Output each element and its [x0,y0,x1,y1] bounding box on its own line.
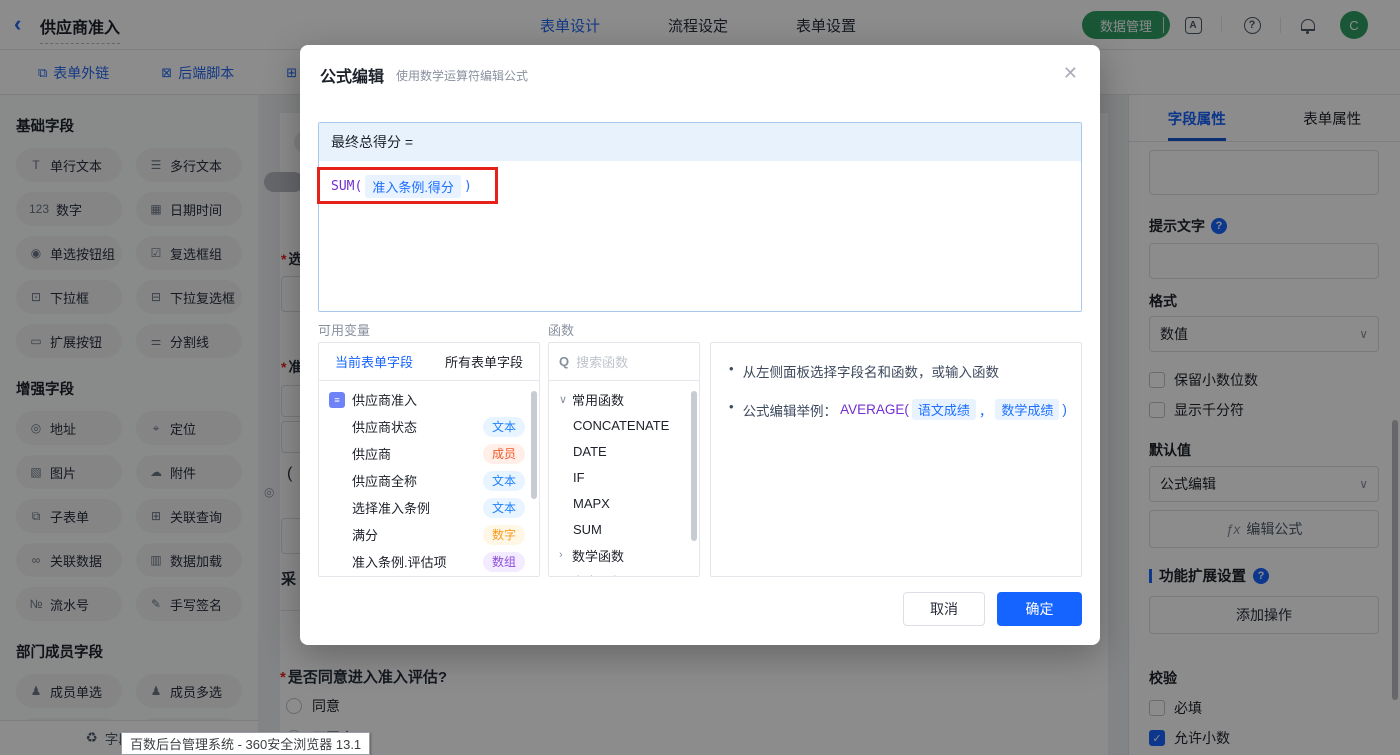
functions-panel: Q 搜索函数 ∨ 常用函数 CONCATENATE DATE IF MAPX S… [548,342,700,577]
variable-root-row[interactable]: ≡ 供应商准入 [319,386,539,413]
field-token: 语文成绩 [912,399,976,420]
form-doc-icon: ≡ [329,392,345,408]
chevron-down-icon: ∨ [559,393,572,406]
function-search-input[interactable]: Q 搜索函数 [549,343,699,381]
formula-input-area[interactable]: SUM( 准入条例.得分 ) [319,161,1081,311]
cancel-button[interactable]: 取消 [903,592,985,626]
formula-edit-modal: 公式编辑 使用数学运算符编辑公式 ✕ 最终总得分 = SUM( 准入条例.得分 … [300,45,1100,645]
scrollbar[interactable] [691,391,697,541]
variable-row[interactable]: 供应商全称 文本 [319,467,539,494]
modal-subtitle: 使用数学运算符编辑公式 [396,67,528,84]
variable-row[interactable]: 满分 数字 [319,521,539,548]
variable-row[interactable]: 准入条例.评估项 数组 [319,548,539,575]
search-placeholder: 搜索函数 [576,352,628,371]
function-item[interactable]: CONCATENATE [549,412,699,438]
type-badge: 数字 [483,525,525,545]
hints-panel: • 从左侧面板选择字段名和函数，或输入函数 • 公式编辑举例： AVERAGE(… [710,342,1082,577]
modal-title: 公式编辑 [320,63,384,87]
function-item[interactable]: MAPX [549,490,699,516]
formula-expression: SUM( 准入条例.得分 ) [331,175,472,198]
group-common-functions[interactable]: ∨ 常用函数 [549,386,699,412]
arrow-right-icon: › [559,549,572,561]
variable-row[interactable]: 供应商状态 文本 [319,413,539,440]
type-badge: 文本 [483,498,525,518]
vars-tab-current-form[interactable]: 当前表单字段 [319,343,429,380]
scrollbar[interactable] [531,391,537,499]
paren-token: ) [464,179,472,194]
type-badge: 成员 [483,444,525,464]
hint-line-2: • 公式编辑举例： AVERAGE( 语文成绩 ， 数学成绩 ) [729,399,1081,420]
confirm-button[interactable]: 确定 [997,592,1082,626]
variable-row[interactable]: 供应商 成员 [319,440,539,467]
function-item[interactable]: DATE [549,438,699,464]
vars-tab-all-forms[interactable]: 所有表单字段 [429,343,539,380]
field-token[interactable]: 准入条例.得分 [365,175,461,198]
arrow-right-icon: › [559,575,572,577]
field-token: 数学成绩 [995,399,1059,420]
variables-panel: 当前表单字段 所有表单字段 ≡ 供应商准入 供应商状态 文本 供应商 [318,342,540,577]
browser-tooltip: 百数后台管理系统 - 360安全浏览器 13.1 [121,732,370,755]
group-text-functions[interactable]: › 文本函数 [549,568,699,577]
functions-label: 函数 [548,320,574,339]
formula-result-bar: 最终总得分 = [319,123,1081,161]
function-list: CONCATENATE DATE IF MAPX SUM [549,412,699,542]
function-item[interactable]: IF [549,464,699,490]
variables-label: 可用变量 [318,320,370,339]
group-math-functions[interactable]: › 数学函数 [549,542,699,568]
type-badge: 文本 [483,417,525,437]
search-icon: Q [559,354,569,369]
close-icon[interactable]: ✕ [1063,63,1078,84]
function-item[interactable]: SUM [549,516,699,542]
hint-line-1: • 从左侧面板选择字段名和函数，或输入函数 [729,361,1081,381]
formula-editor: 最终总得分 = SUM( 准入条例.得分 ) [318,122,1082,312]
variable-row[interactable]: 选择准入条例 文本 [319,494,539,521]
type-badge: 文本 [483,471,525,491]
function-token: SUM( [331,179,362,194]
type-badge: 数组 [483,552,525,572]
function-token: AVERAGE( [840,402,909,417]
variable-rows: 供应商状态 文本 供应商 成员 供应商全称 文本 选择准入条例 [319,413,539,575]
